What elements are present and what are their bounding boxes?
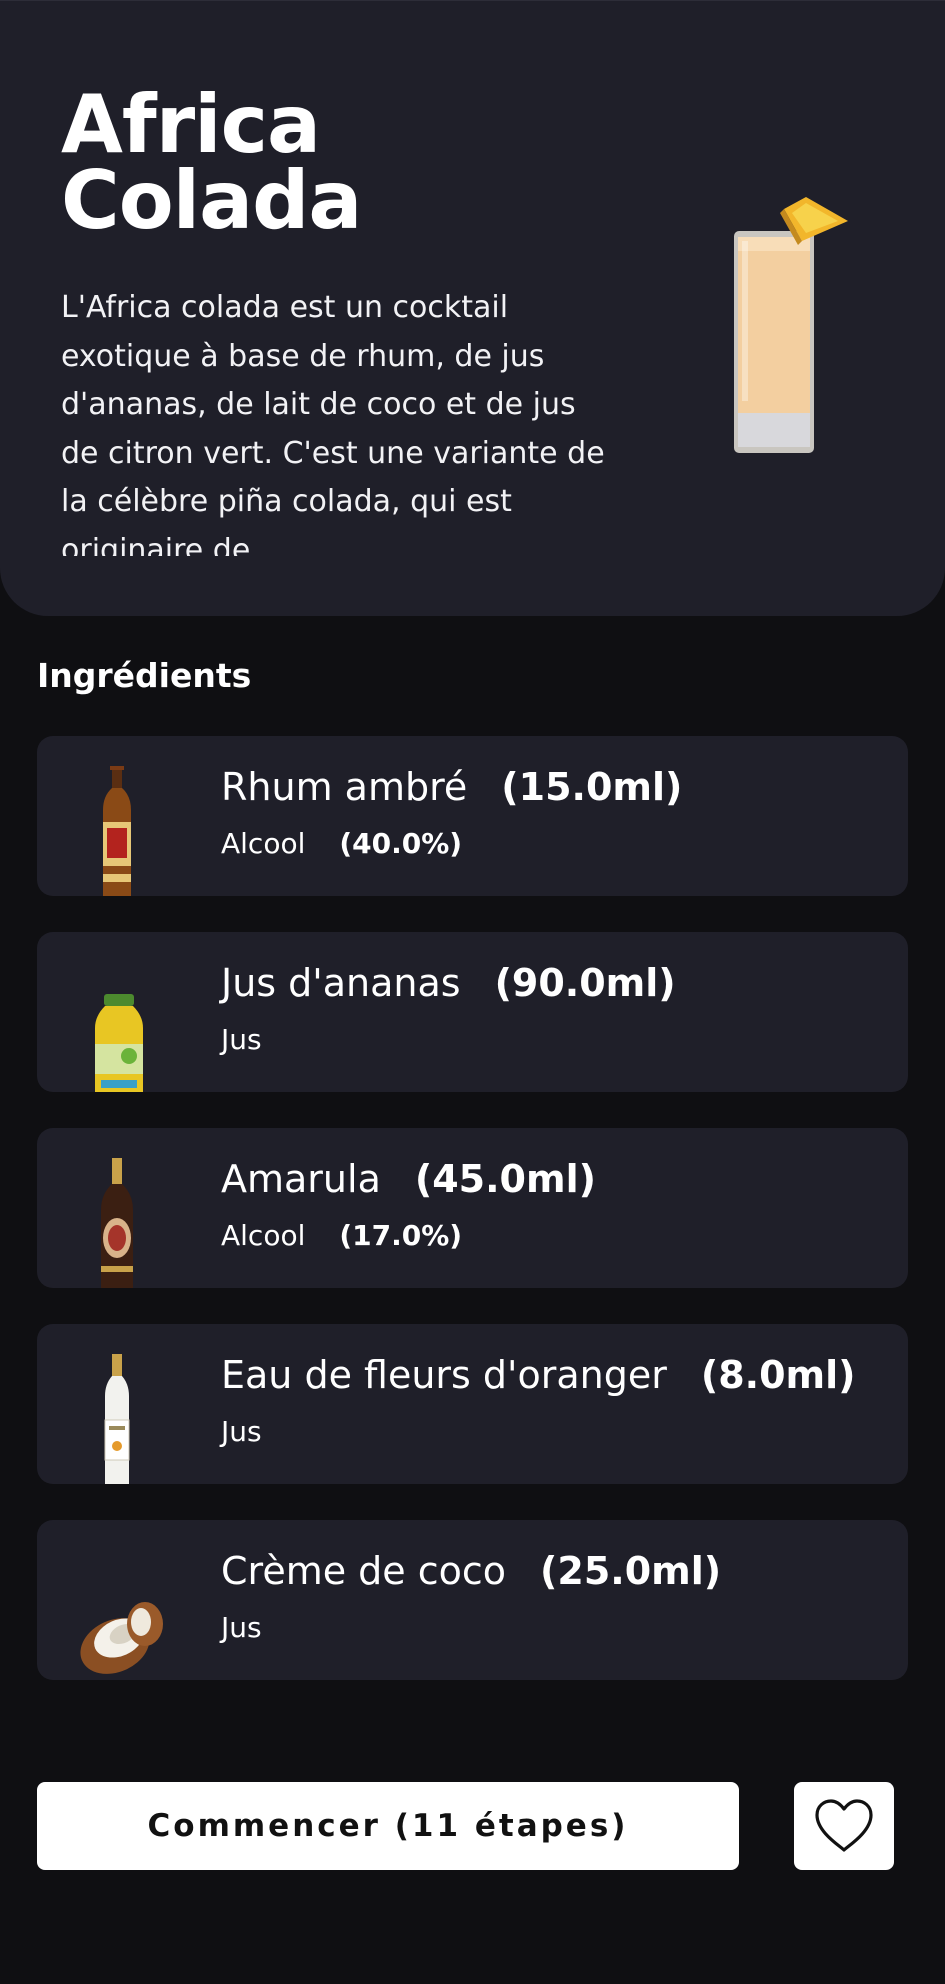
ingredient-name: Amarula: [221, 1157, 381, 1201]
rum-bottle-icon: [103, 766, 131, 896]
ingredient-name: Rhum ambré: [221, 765, 468, 809]
favorite-button[interactable]: [794, 1782, 894, 1870]
ingredient-quantity: (90.0ml): [494, 961, 676, 1005]
ingredient-category: Jus: [221, 1023, 262, 1056]
ingredient-name: Crème de coco: [221, 1549, 507, 1593]
start-button[interactable]: Commencer (11 étapes): [37, 1782, 739, 1870]
ingredient-card-eau-fleurs-oranger[interactable]: Eau de fleurs d'oranger (8.0ml) Jus: [37, 1324, 908, 1484]
ingredient-name: Eau de fleurs d'oranger: [221, 1353, 667, 1397]
recipe-header: Africa Colada L'Africa colada est un coc…: [0, 0, 945, 616]
ingredient-card-amarula[interactable]: Amarula (45.0ml) Alcool (17.0%): [37, 1128, 908, 1288]
ingredient-abv: (17.0%): [339, 1219, 463, 1252]
ingredient-category: Alcool: [221, 827, 306, 860]
cocktail-glass-image: [734, 197, 848, 453]
ingredient-quantity: (45.0ml): [414, 1157, 596, 1201]
coconut-icon: [80, 1602, 163, 1674]
ingredients-heading: Ingrédients: [37, 656, 252, 695]
ingredient-card-rhum-ambre[interactable]: Rhum ambré (15.0ml) Alcool (40.0%): [37, 736, 908, 896]
ingredient-category: Jus: [221, 1611, 262, 1644]
ingredient-quantity: (8.0ml): [700, 1353, 856, 1397]
ingredient-card-creme-coco[interactable]: Crème de coco (25.0ml) Jus: [37, 1520, 908, 1680]
amarula-bottle-icon: [101, 1158, 133, 1288]
ingredient-quantity: (15.0ml): [501, 765, 683, 809]
recipe-description: L'Africa colada est un cocktail exotique…: [61, 290, 605, 556]
ingredient-abv: (40.0%): [339, 827, 463, 860]
ingredient-card-jus-ananas[interactable]: Jus d'ananas (90.0ml) Jus: [37, 932, 908, 1092]
ingredient-name: Jus d'ananas: [221, 961, 461, 1005]
orange-blossom-water-bottle-icon: [104, 1354, 130, 1484]
ingredient-quantity: (25.0ml): [540, 1549, 722, 1593]
ingredient-category: Alcool: [221, 1219, 306, 1252]
ingredient-category: Jus: [221, 1415, 262, 1448]
pineapple-juice-bottle-icon: [95, 994, 143, 1092]
ingredient-list: Rhum ambré (15.0ml) Alcool (40.0%) Jus d'a…: [37, 736, 908, 1716]
heart-icon: [815, 1799, 873, 1852]
recipe-title: Africa Colada: [61, 78, 362, 247]
